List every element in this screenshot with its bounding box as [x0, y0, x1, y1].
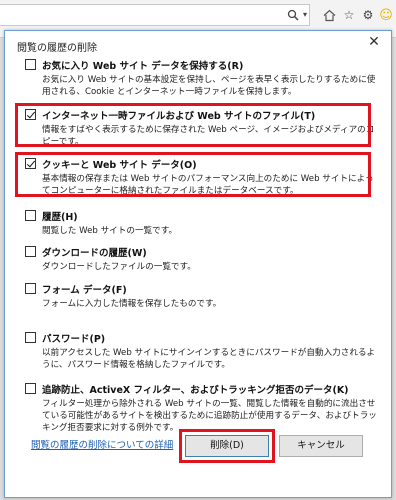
option-cookies: クッキーと Web サイト データ(O) 基本情報の保存または Web サイトの… — [25, 157, 375, 197]
download-history-checkbox[interactable] — [25, 246, 36, 257]
passwords-checkbox[interactable] — [25, 332, 36, 343]
option-description: お気に入り Web サイトの基本設定を保持し、ページを表早く表示したりするために… — [42, 75, 376, 97]
form-data-checkbox[interactable] — [25, 283, 36, 294]
option-form-data: フォーム データ(F) フォームに入力した情報を保存したものです。 — [25, 282, 375, 310]
home-icon[interactable] — [322, 8, 336, 22]
option-description: 以前アクセスした Web サイトにサインインするときにパスワードが自動入力される… — [42, 348, 376, 370]
delete-browsing-history-dialog: 閲覧の履歴の削除 ✕ お気に入り Web サイト データを保持する(R) お気に… — [4, 30, 392, 498]
option-description: フォームに入力した情報を保存したものです。 — [42, 299, 222, 309]
smiley-icon[interactable]: ☺ — [379, 8, 393, 22]
option-description: 情報をすばやく表示するために保存された Web ページ、イメージおよびメディアの… — [42, 125, 375, 147]
option-description: ダウンロードしたファイルの一覧です。 — [42, 262, 196, 272]
close-icon[interactable]: ✕ — [367, 35, 381, 49]
option-label[interactable]: パスワード(P) — [42, 331, 105, 345]
option-label[interactable]: お気に入り Web サイト データを保持する(R) — [42, 58, 243, 72]
temporary-files-checkbox[interactable] — [25, 109, 36, 120]
option-label[interactable]: 履歴(H) — [42, 209, 78, 223]
cookies-checkbox[interactable] — [25, 158, 36, 169]
option-history: 履歴(H) 閲覧した Web サイトの一覧です。 — [25, 209, 375, 237]
chevron-down-icon[interactable]: ▾ — [298, 8, 312, 22]
option-preserve-favorites: お気に入り Web サイト データを保持する(R) お気に入り Web サイトの… — [25, 58, 375, 98]
option-description: フィルター処理から除外される Web サイトの一覧、閲覧した情報を自動的に流出さ… — [42, 399, 377, 433]
option-label[interactable]: ダウンロードの履歴(W) — [42, 245, 147, 259]
option-download-history: ダウンロードの履歴(W) ダウンロードしたファイルの一覧です。 — [25, 245, 375, 273]
address-bar[interactable] — [0, 4, 310, 26]
details-link[interactable]: 閲覧の履歴の削除についての詳細 — [31, 437, 173, 451]
preserve-favorites-checkbox[interactable] — [25, 59, 36, 70]
option-label[interactable]: インターネット一時ファイルおよび Web サイトのファイル(T) — [42, 108, 315, 122]
option-tracking-protection: 追跡防止、ActiveX フィルター、およびトラッキング拒否のデータ(K) フィ… — [25, 382, 377, 434]
tracking-protection-checkbox[interactable] — [25, 383, 36, 394]
option-label[interactable]: クッキーと Web サイト データ(O) — [42, 157, 197, 171]
option-passwords: パスワード(P) 以前アクセスした Web サイトにサインインするときにパスワー… — [25, 331, 375, 371]
option-description: 閲覧した Web サイトの一覧です。 — [42, 226, 178, 236]
delete-button[interactable]: 削除(D) — [185, 435, 269, 457]
option-label[interactable]: フォーム データ(F) — [42, 282, 127, 296]
star-icon[interactable]: ☆ — [342, 8, 356, 22]
dialog-title: 閲覧の履歴の削除 — [17, 43, 97, 54]
history-checkbox[interactable] — [25, 210, 36, 221]
option-description: 基本情報の保存または Web サイトのパフォーマンス向上のために Web サイト… — [42, 174, 374, 196]
option-label[interactable]: 追跡防止、ActiveX フィルター、およびトラッキング拒否のデータ(K) — [42, 382, 349, 396]
option-temporary-files: インターネット一時ファイルおよび Web サイトのファイル(T) 情報をすばやく… — [25, 108, 375, 148]
cancel-button[interactable]: キャンセル — [279, 435, 363, 457]
gear-icon[interactable]: ⚙ — [361, 8, 375, 22]
